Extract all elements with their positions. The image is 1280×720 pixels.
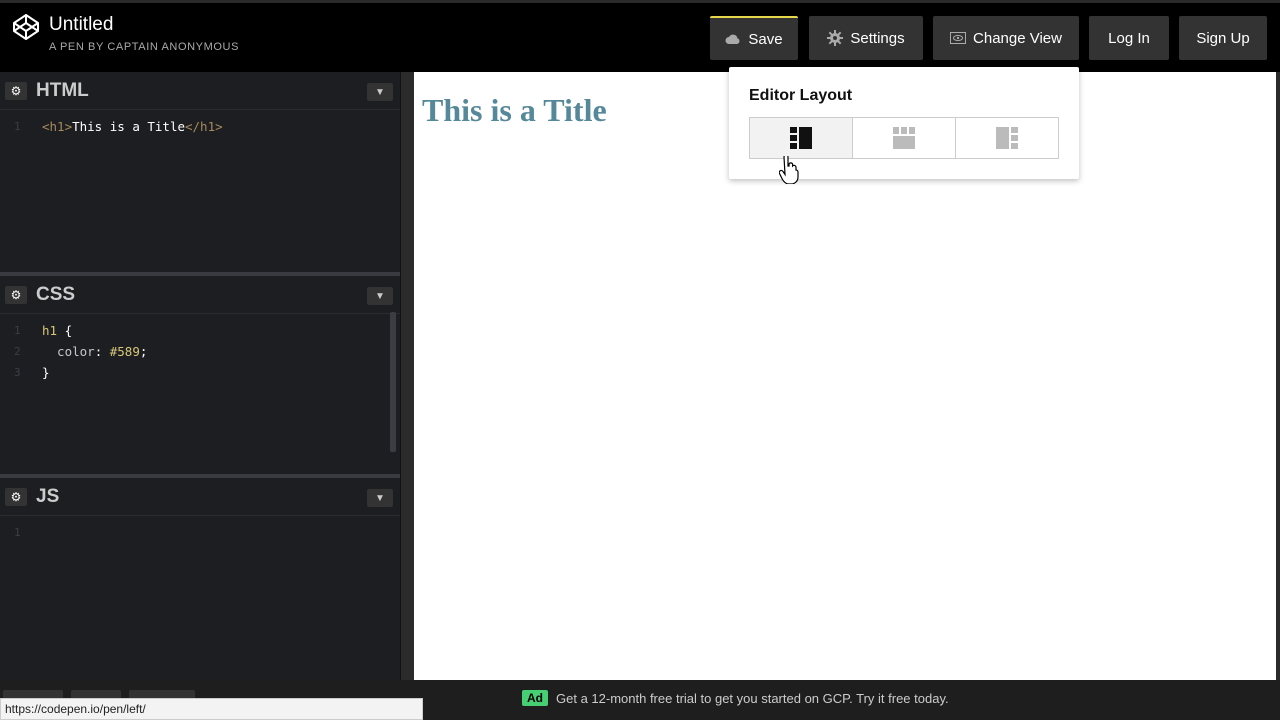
css-editor-pane: ⚙ CSS ▼ 1 h1 {2 color: #589; 3}	[0, 276, 400, 474]
signup-button[interactable]: Sign Up	[1179, 16, 1267, 60]
code-text: }	[42, 362, 50, 383]
code-token: {	[57, 323, 73, 338]
code-text: h1 {	[42, 320, 72, 341]
line-number: 1	[14, 120, 21, 133]
code-token: #589	[109, 344, 140, 359]
code-line[interactable]: 2 color: #589;	[0, 341, 400, 362]
css-pane-title: CSS	[36, 284, 76, 305]
js-editor-pane: ⚙ JS ▼ 1	[0, 478, 400, 680]
html-collapse-chevron-icon[interactable]: ▼	[367, 83, 393, 101]
change-view-button[interactable]: Change View	[933, 16, 1079, 60]
settings-label: Settings	[850, 29, 905, 47]
css-pane-header: ⚙ CSS ▼	[0, 276, 400, 314]
save-button[interactable]: Save	[710, 16, 798, 60]
code-token: </h1>	[185, 119, 223, 134]
html-pane-title: HTML	[36, 80, 89, 101]
html-code-area[interactable]: 1 <h1>This is a Title</h1>	[0, 116, 400, 137]
code-text: <h1>This is a Title</h1>	[42, 116, 223, 137]
code-line[interactable]: 3}	[0, 362, 400, 383]
line-number: 2	[14, 345, 21, 358]
change-view-label: Change View	[973, 29, 1062, 47]
ad-text[interactable]: Get a 12-month free trial to get you sta…	[556, 691, 949, 706]
codepen-logo-icon[interactable]	[12, 13, 40, 41]
code-token: <h1>	[42, 119, 73, 134]
html-editor-pane: ⚙ HTML ▼ 1 <h1>This is a Title</h1>	[0, 72, 400, 272]
js-code-area[interactable]: 1	[0, 522, 400, 543]
css-collapse-chevron-icon[interactable]: ▼	[367, 287, 393, 305]
gear-icon	[827, 30, 844, 46]
popup-title: Editor Layout	[749, 87, 853, 104]
layout-left-icon	[790, 127, 812, 149]
right-edge	[1276, 72, 1280, 680]
code-token: :	[94, 344, 110, 359]
ad-badge: Ad	[522, 690, 548, 706]
code-token: h1	[42, 323, 58, 338]
css-settings-gear-icon[interactable]: ⚙	[5, 286, 27, 304]
code-token: ;	[139, 344, 148, 359]
line-number: 3	[14, 366, 21, 379]
code-token: }	[42, 365, 50, 380]
layout-options	[749, 117, 1059, 159]
js-settings-gear-icon[interactable]: ⚙	[5, 488, 27, 506]
layout-top-icon	[893, 127, 915, 149]
code-text: color: #589;	[42, 341, 147, 362]
code-token: color	[42, 344, 95, 359]
layout-option-right[interactable]	[956, 118, 1058, 158]
save-label: Save	[748, 30, 783, 48]
code-line[interactable]: 1 <h1>This is a Title</h1>	[0, 116, 400, 137]
ad-banner[interactable]: Ad Get a 12-month free trial to get you …	[522, 690, 949, 706]
line-number: 1	[14, 526, 21, 539]
status-url-tooltip: https://codepen.io/pen/left/	[0, 698, 423, 720]
pen-title[interactable]: Untitled	[49, 14, 113, 36]
layout-option-left[interactable]	[750, 118, 853, 158]
code-line[interactable]: 1	[0, 522, 400, 543]
preview-resize-handle[interactable]	[400, 72, 414, 680]
hand-pointer-cursor-icon	[779, 156, 799, 184]
eye-window-icon	[950, 32, 967, 44]
js-collapse-chevron-icon[interactable]: ▼	[367, 489, 393, 507]
js-pane-header: ⚙ JS ▼	[0, 478, 400, 516]
editors-column: ⚙ HTML ▼ 1 <h1>This is a Title</h1> ⚙ CSS…	[0, 72, 400, 680]
settings-button[interactable]: Settings	[809, 16, 923, 60]
html-settings-gear-icon[interactable]: ⚙	[5, 82, 27, 100]
html-pane-header: ⚙ HTML ▼	[0, 72, 400, 110]
css-code-area[interactable]: 1 h1 {2 color: #589; 3}	[0, 320, 400, 383]
pen-author: A PEN BY CAPTAIN ANONYMOUS	[49, 41, 240, 53]
top-bar: Untitled A PEN BY CAPTAIN ANONYMOUS Save…	[0, 0, 1280, 68]
code-line[interactable]: 1 h1 {	[0, 320, 400, 341]
preview-heading: This is a Title	[422, 92, 607, 128]
cloud-icon	[725, 34, 740, 44]
js-pane-title: JS	[36, 486, 60, 507]
css-scrollbar[interactable]	[390, 312, 396, 452]
login-button[interactable]: Log In	[1089, 16, 1169, 60]
layout-right-icon	[996, 127, 1018, 149]
code-token: This is a Title	[72, 119, 185, 134]
line-number: 1	[14, 324, 21, 337]
layout-option-top[interactable]	[853, 118, 956, 158]
